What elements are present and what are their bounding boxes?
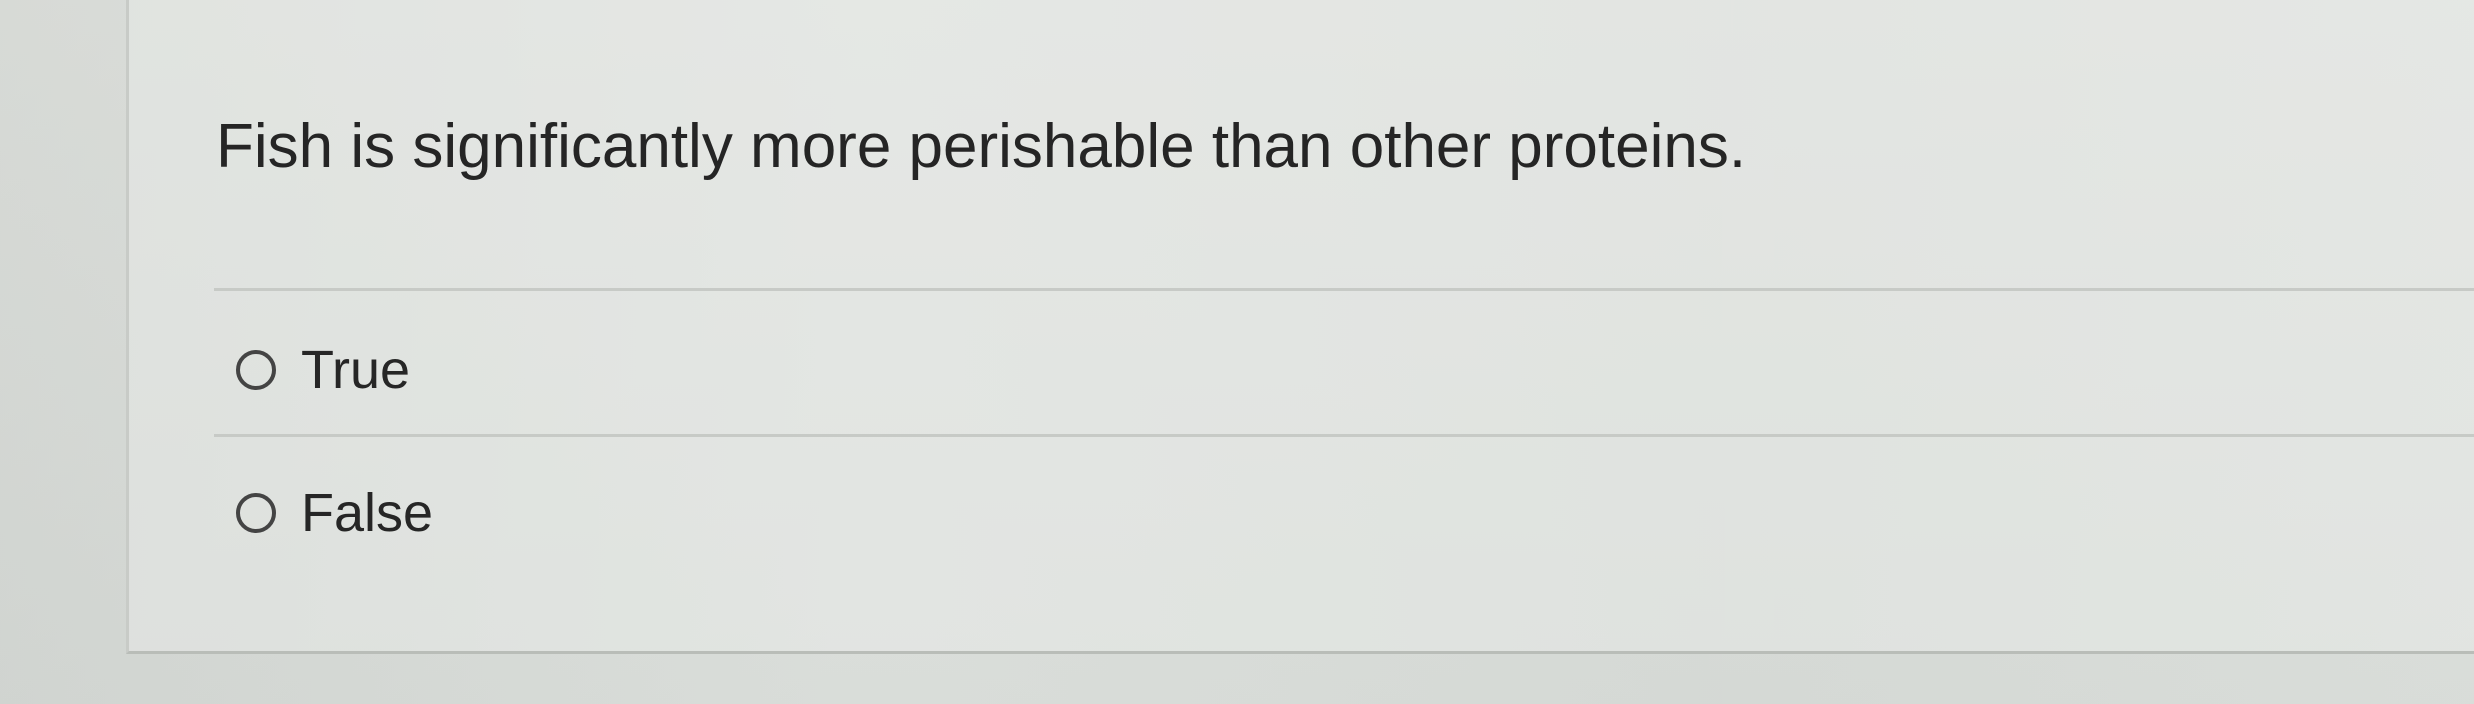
question-card <box>126 0 2474 654</box>
answer-label-true: True <box>301 340 411 400</box>
radio-button-unselected-icon[interactable] <box>236 493 276 533</box>
answer-divider <box>214 434 2474 437</box>
answer-option-false[interactable]: False <box>236 478 433 548</box>
screenshot-page: Fish is significantly more perishable th… <box>0 0 2474 704</box>
answer-option-true[interactable]: True <box>236 335 410 405</box>
answer-label-false: False <box>301 483 434 543</box>
question-answer-divider <box>214 288 2474 291</box>
radio-button-unselected-icon[interactable] <box>236 350 276 390</box>
question-text: Fish is significantly more perishable th… <box>216 112 1747 181</box>
